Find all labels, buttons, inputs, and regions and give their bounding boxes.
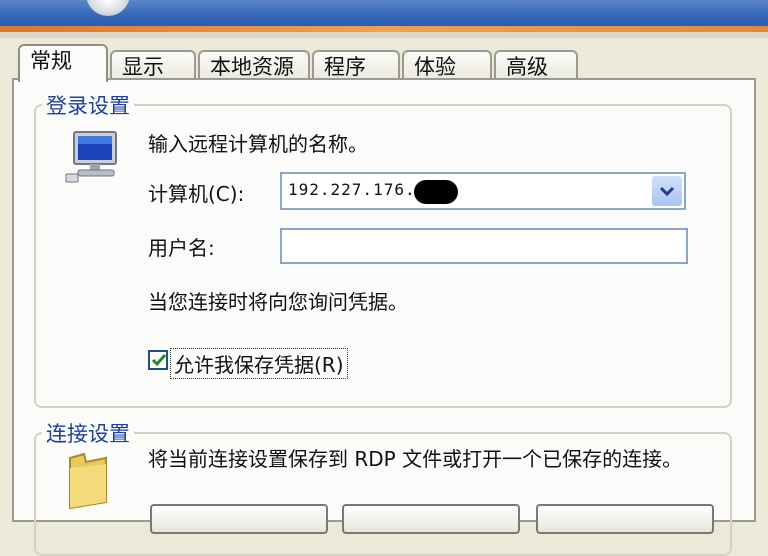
computer-value: 192.227.176.: [288, 180, 416, 199]
tab-label: 高级: [506, 55, 548, 79]
save-credentials-checkbox[interactable]: [148, 350, 168, 370]
checkmark-icon: [151, 354, 167, 367]
tab-advanced[interactable]: 高级: [494, 50, 578, 80]
computer-label: 计算机(C):: [148, 182, 245, 206]
title-bar: [0, 0, 768, 38]
redaction-mark: [414, 180, 458, 204]
tab-display[interactable]: 显示: [110, 50, 196, 80]
connection-settings-title: 连接设置: [42, 418, 134, 448]
username-input[interactable]: [280, 228, 688, 264]
tab-experience[interactable]: 体验: [402, 50, 492, 80]
tab-local-resources[interactable]: 本地资源: [198, 50, 310, 80]
save-as-button[interactable]: [342, 504, 520, 534]
computer-monitor-icon: [65, 131, 117, 183]
username-label: 用户名:: [148, 236, 215, 260]
chevron-down-icon: [659, 186, 675, 197]
app-icon: [86, 0, 130, 16]
tab-label: 显示: [122, 55, 164, 79]
dropdown-button[interactable]: [652, 176, 682, 206]
tab-label: 本地资源: [210, 55, 294, 79]
connection-description: 将当前连接设置保存到 RDP 文件或打开一个已保存的连接。: [148, 447, 683, 471]
tab-label: 程序: [324, 55, 366, 79]
save-button[interactable]: [150, 504, 328, 534]
save-credentials-label[interactable]: 允许我保存凭据(R): [170, 348, 348, 379]
computer-name-prompt: 输入远程计算机的名称。: [148, 132, 368, 156]
tab-label: 体验: [414, 55, 456, 79]
title-accent: [0, 26, 768, 32]
tab-panel-general: 登录设置 输入远程计算机的名称。 计算机(C): 192.227.176. 用户…: [12, 78, 756, 556]
open-button[interactable]: [536, 504, 714, 534]
computer-combobox[interactable]: 192.227.176.: [280, 172, 686, 210]
tab-programs[interactable]: 程序: [312, 50, 400, 80]
credentials-note: 当您连接时将向您询问凭据。: [148, 290, 408, 314]
login-settings-title: 登录设置: [42, 90, 134, 120]
tab-general[interactable]: 常规: [18, 44, 108, 82]
folder-icon: [69, 452, 107, 510]
tab-label: 常规: [30, 49, 72, 73]
